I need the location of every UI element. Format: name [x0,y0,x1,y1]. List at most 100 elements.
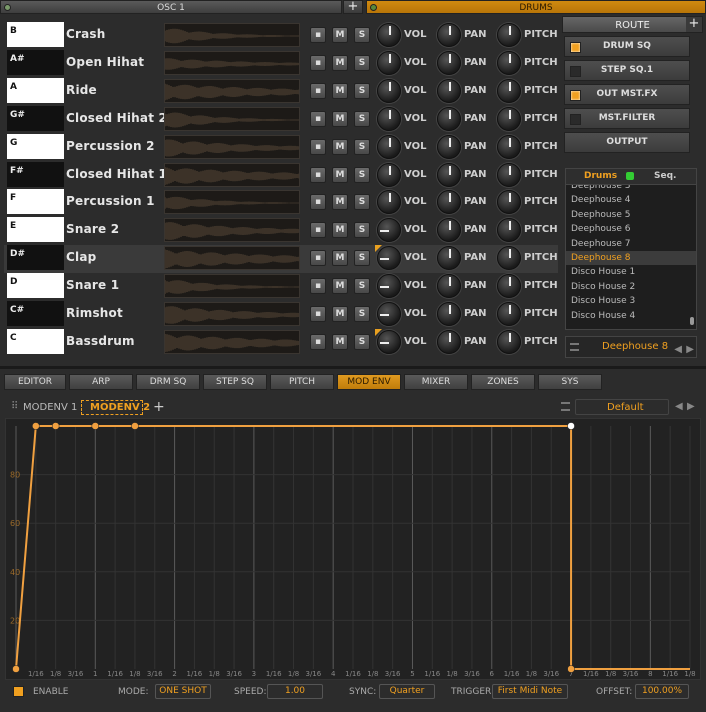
envelope-node[interactable] [91,422,100,430]
pad-lock-button[interactable]: ▪ [310,333,326,350]
pad-pan-knob[interactable] [437,134,461,159]
add-modenv-button[interactable]: + [153,399,165,415]
env-prev-icon[interactable]: ◀ [675,401,683,412]
pad-waveform[interactable] [164,134,300,159]
pad-pitch-knob[interactable] [497,329,521,354]
pad-pan-knob[interactable] [437,23,461,47]
envelope-node[interactable] [12,665,20,673]
route-button[interactable]: DRUM SQ [564,36,690,57]
sync-field[interactable]: Quarter [379,684,435,699]
pad-key[interactable]: A [7,77,64,103]
preset-selector[interactable]: Deephouse 8 ◀ ▶ [565,336,697,358]
tab-editor[interactable]: EDITOR [4,374,66,390]
pad-vol-knob[interactable] [377,329,401,354]
tab-mixer[interactable]: MIXER [404,374,468,390]
pad-row[interactable]: B Crash ▪ M S VOL PAN PITCH [4,22,558,50]
preset-item[interactable]: Disco House 3 [566,294,696,308]
envelope-node[interactable] [131,422,139,430]
offset-field[interactable]: 100.00% [635,684,689,699]
pad-mute-button[interactable]: M [332,110,348,127]
pad-key[interactable]: G# [7,105,64,131]
pad-waveform[interactable] [164,23,300,47]
pad-pitch-knob[interactable] [497,246,521,271]
pad-pitch-knob[interactable] [497,50,521,75]
pad-pan-knob[interactable] [437,50,461,75]
pad-waveform[interactable] [164,329,300,354]
envelope-node[interactable] [567,422,575,430]
preset-item[interactable]: Disco House 2 [566,280,696,294]
pad-row[interactable]: F# Closed Hihat 1 ▪ M S VOL PAN PITCH [4,161,558,190]
next-preset-icon[interactable]: ▶ [686,340,694,360]
tab-zones[interactable]: ZONES [471,374,535,390]
pad-mute-button[interactable]: M [332,194,348,211]
pad-solo-button[interactable]: S [354,278,370,295]
add-tab-button[interactable]: + [343,0,363,14]
pad-solo-button[interactable]: S [354,166,370,183]
pad-waveform[interactable] [164,302,300,326]
pad-mute-button[interactable]: M [332,250,348,267]
pad-lock-button[interactable]: ▪ [310,138,326,155]
route-add-button[interactable]: + [686,17,702,32]
preset-scrollbar[interactable] [690,317,694,325]
pad-row[interactable]: D# Clap ▪ M S VOL PAN PITCH [4,245,558,274]
tab-drm-sq[interactable]: DRM SQ [136,374,200,390]
env-next-icon[interactable]: ▶ [687,401,695,412]
pad-lock-button[interactable]: ▪ [310,54,326,71]
drag-handle-icon[interactable]: ⠿ [11,401,18,412]
pad-vol-knob[interactable] [377,162,401,187]
tab-pitch[interactable]: PITCH [270,374,334,390]
preset-item[interactable]: Deephouse 5 [566,208,696,222]
pad-row[interactable]: F Percussion 1 ▪ M S VOL PAN PITCH [4,189,558,217]
route-button[interactable]: MST.FILTER [564,108,690,129]
pad-key[interactable]: G [7,133,64,159]
route-button[interactable]: OUTPUT [564,132,690,153]
preset-item[interactable]: Deephouse 6 [566,222,696,236]
pad-pitch-knob[interactable] [497,78,521,103]
pad-waveform[interactable] [164,162,300,187]
pad-key[interactable]: D [7,273,64,299]
pad-lock-button[interactable]: ▪ [310,27,326,43]
pad-solo-button[interactable]: S [354,222,370,239]
preset-item[interactable]: Deephouse 8 [566,250,696,266]
pad-pitch-knob[interactable] [497,190,521,215]
tab-presets-seq[interactable]: Seq. [654,171,676,181]
pad-pitch-knob[interactable] [497,162,521,187]
pad-row[interactable]: G# Closed Hihat 2 ▪ M S VOL PAN PITCH [4,105,558,134]
pad-vol-knob[interactable] [377,218,401,243]
tab-drums[interactable]: DRUMS [366,0,706,14]
mode-field[interactable]: ONE SHOT [155,684,211,699]
pad-solo-button[interactable]: S [354,82,370,99]
pad-solo-button[interactable]: S [354,333,370,350]
tab-arp[interactable]: ARP [69,374,133,390]
pad-key[interactable]: E [7,217,64,243]
pad-waveform[interactable] [164,78,300,103]
preset-item[interactable]: Deephouse 7 [566,237,696,251]
pad-waveform[interactable] [164,246,300,271]
envelope-node[interactable] [51,422,60,430]
pad-solo-button[interactable]: S [354,54,370,71]
tab-modenv2[interactable]: MODENV 2 [90,402,150,413]
speed-field[interactable]: 1.00 [267,684,323,699]
preset-item[interactable]: Disco House 4 [566,309,696,323]
pad-lock-button[interactable]: ▪ [310,110,326,127]
pad-mute-button[interactable]: M [332,278,348,295]
pad-vol-knob[interactable] [377,134,401,159]
pad-pitch-knob[interactable] [497,274,521,299]
pad-vol-knob[interactable] [377,246,401,271]
pad-pitch-knob[interactable] [497,134,521,159]
pad-lock-button[interactable]: ▪ [310,250,326,267]
pad-lock-button[interactable]: ▪ [310,222,326,239]
pad-vol-knob[interactable] [377,302,401,326]
route-button[interactable]: STEP SQ.1 [564,60,690,81]
pad-lock-button[interactable]: ▪ [310,306,326,322]
route-checkbox[interactable] [570,114,581,125]
pad-key[interactable]: A# [7,49,64,75]
pad-mute-button[interactable]: M [332,82,348,99]
pad-solo-button[interactable]: S [354,250,370,267]
lock-icon[interactable] [626,172,634,180]
pad-pitch-knob[interactable] [497,218,521,243]
route-checkbox[interactable] [570,66,581,77]
pad-mute-button[interactable]: M [332,306,348,322]
pad-pan-knob[interactable] [437,106,461,131]
pad-vol-knob[interactable] [377,78,401,103]
